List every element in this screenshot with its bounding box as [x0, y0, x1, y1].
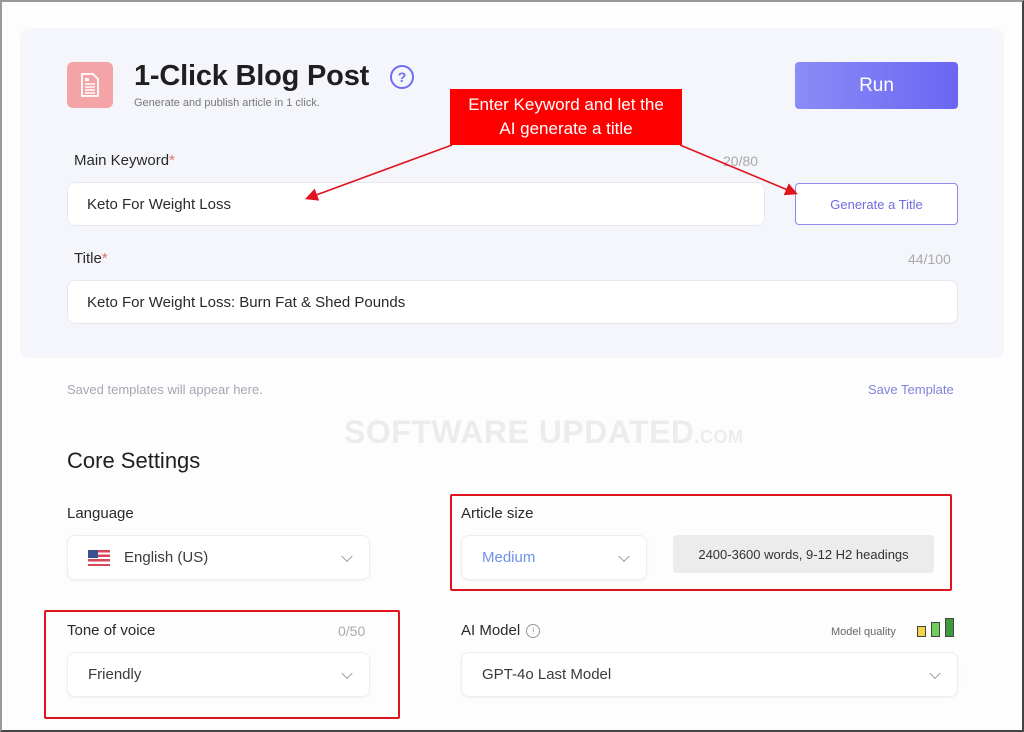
watermark: SOFTWARE UPDATED.COM: [344, 414, 744, 451]
required-mark: *: [101, 250, 108, 267]
ai-model-value: GPT-4o Last Model: [482, 666, 612, 683]
chevron-down-icon: [341, 550, 353, 562]
saved-templates-note: Saved templates will appear here.: [67, 382, 263, 397]
chevron-down-icon: [929, 667, 941, 679]
main-keyword-counter: 20/80: [723, 153, 759, 169]
generate-title-button[interactable]: Generate a Title: [795, 183, 958, 225]
ai-model-label-text: AI Model: [461, 622, 521, 639]
watermark-text: SOFTWARE UPDATED: [344, 414, 695, 450]
language-label: Language: [67, 505, 134, 522]
title-input[interactable]: Keto For Weight Loss: Burn Fat & Shed Po…: [67, 280, 958, 324]
callout-line-2: AI generate a title: [499, 119, 633, 138]
ai-model-select[interactable]: GPT-4o Last Model: [461, 652, 958, 697]
annotation-callout: Enter Keyword and let the AI generate a …: [450, 89, 682, 145]
title-label: Title*: [74, 250, 108, 267]
run-button[interactable]: Run: [795, 62, 958, 109]
quality-bar: [917, 626, 926, 637]
tone-highlight: [44, 610, 400, 719]
model-quality-label: Model quality: [831, 626, 896, 638]
quality-bar: [931, 622, 940, 637]
quality-bar: [945, 618, 954, 637]
page-subtitle: Generate and publish article in 1 click.: [134, 97, 320, 109]
language-value: English (US): [124, 549, 209, 566]
required-mark: *: [169, 152, 175, 169]
title-label-text: Title: [74, 250, 102, 267]
language-select[interactable]: English (US): [67, 535, 370, 580]
core-settings-heading: Core Settings: [67, 448, 201, 473]
watermark-suffix: .COM: [694, 427, 744, 447]
save-template-link[interactable]: Save Template: [868, 382, 954, 397]
question-circle-icon[interactable]: ?: [390, 65, 414, 89]
ai-model-label: AI Model!: [461, 622, 541, 639]
document-icon: [67, 62, 113, 108]
callout-line-1: Enter Keyword and let the: [468, 95, 664, 114]
title-counter: 44/100: [908, 251, 951, 267]
us-flag-icon: [88, 549, 110, 566]
main-keyword-input[interactable]: Keto For Weight Loss: [67, 182, 765, 226]
main-keyword-label: Main Keyword*: [74, 152, 175, 169]
info-icon[interactable]: !: [526, 624, 541, 638]
main-keyword-label-text: Main Keyword: [74, 152, 170, 169]
article-size-highlight: [450, 494, 952, 591]
page-title: 1-Click Blog Post: [134, 60, 370, 92]
